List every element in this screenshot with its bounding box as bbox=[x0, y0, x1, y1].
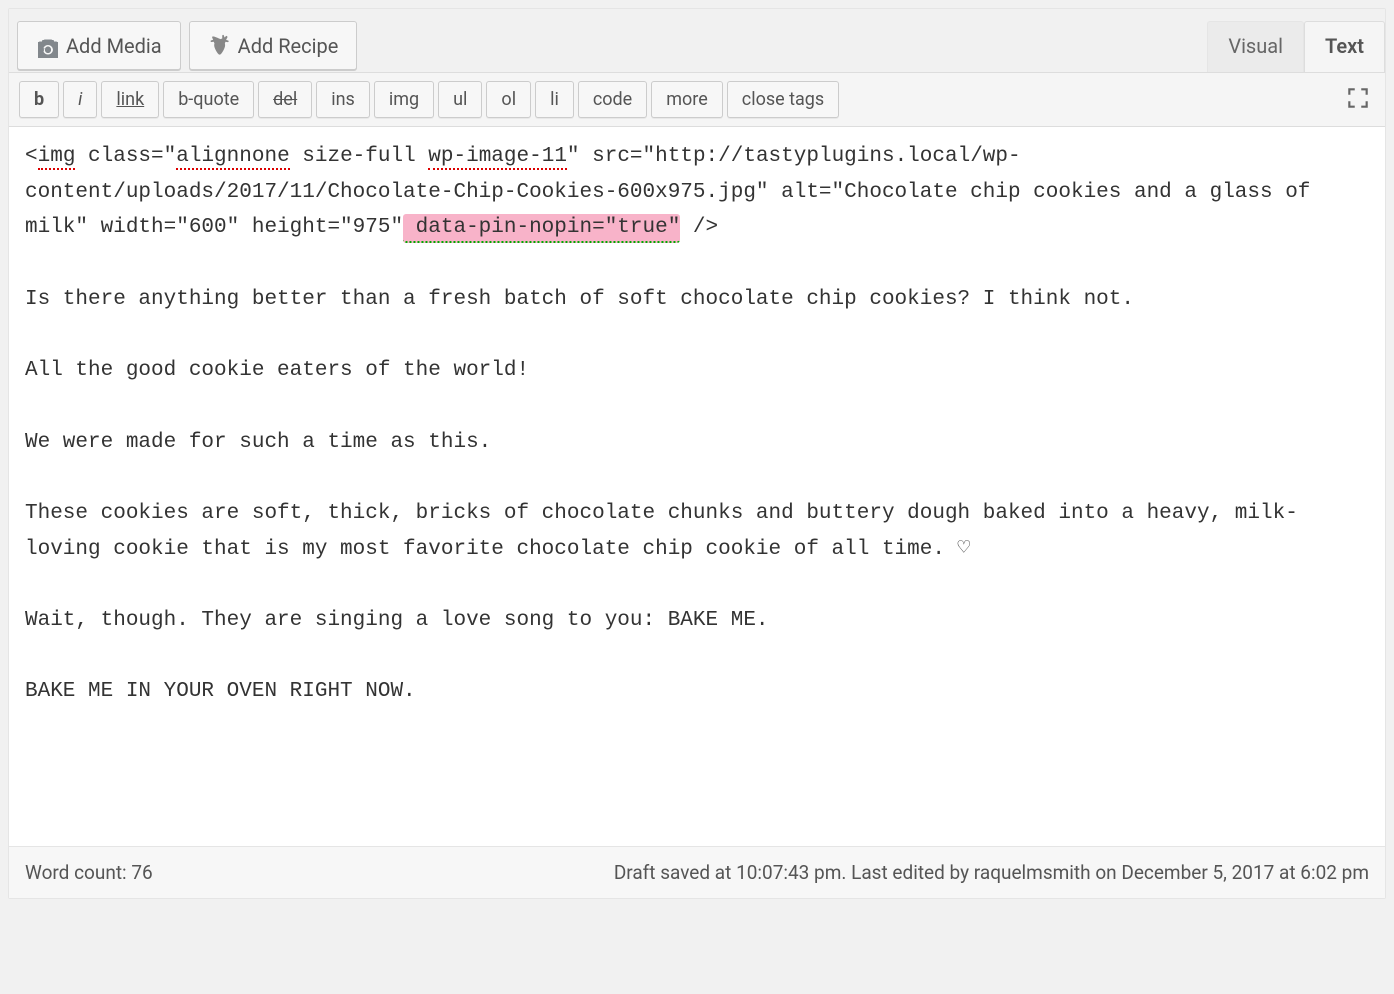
editor-content-area[interactable]: <img class="alignnone size-full wp-image… bbox=[9, 126, 1385, 846]
content-text: /> bbox=[680, 216, 718, 239]
status-bar: Word count: 76 Draft saved at 10:07:43 p… bbox=[9, 846, 1385, 898]
content-text: class=" bbox=[75, 145, 176, 168]
visual-tab-label: Visual bbox=[1228, 34, 1283, 58]
qt-img-button[interactable]: img bbox=[374, 81, 434, 118]
qt-li-button[interactable]: li bbox=[535, 81, 574, 118]
fullscreen-button[interactable] bbox=[1341, 81, 1375, 118]
word-count: Word count: 76 bbox=[25, 861, 153, 884]
quicktags-buttons-group: b i link b-quote del ins img ul ol li co… bbox=[19, 81, 839, 118]
add-recipe-button[interactable]: Add Recipe bbox=[189, 21, 358, 70]
qt-bold-button[interactable]: b bbox=[19, 81, 59, 118]
text-tab[interactable]: Text bbox=[1304, 21, 1385, 72]
fullscreen-icon bbox=[1345, 99, 1371, 114]
content-text: < bbox=[25, 145, 38, 168]
add-recipe-label: Add Recipe bbox=[238, 34, 339, 58]
content-text: size-full bbox=[290, 145, 429, 168]
content-text: wp-image-11 bbox=[428, 145, 567, 170]
qt-ins-button[interactable]: ins bbox=[316, 81, 370, 118]
content-paragraph: All the good cookie eaters of the world! bbox=[25, 359, 529, 382]
qt-link-button[interactable]: link bbox=[101, 81, 159, 118]
media-buttons-group: Add Media Add Recipe bbox=[9, 21, 357, 70]
qt-ol-button[interactable]: ol bbox=[486, 81, 531, 118]
quicktags-toolbar: b i link b-quote del ins img ul ol li co… bbox=[9, 72, 1385, 126]
carrot-icon bbox=[208, 32, 230, 59]
qt-italic-button[interactable]: i bbox=[63, 81, 97, 118]
editor-tab-switcher: Visual Text bbox=[1207, 21, 1385, 72]
content-paragraph: We were made for such a time as this. bbox=[25, 431, 491, 454]
add-media-label: Add Media bbox=[66, 34, 162, 58]
content-highlight: data-pin-nopin="true" bbox=[403, 214, 680, 243]
qt-del-button[interactable]: del bbox=[258, 81, 312, 118]
content-paragraph: Is there anything better than a fresh ba… bbox=[25, 288, 1134, 311]
content-paragraph: These cookies are soft, thick, bricks of… bbox=[25, 502, 1298, 561]
content-text: alignnone bbox=[176, 145, 289, 170]
content-paragraph: Wait, though. They are singing a love so… bbox=[25, 609, 769, 632]
qt-code-button[interactable]: code bbox=[578, 81, 647, 118]
qt-blockquote-button[interactable]: b-quote bbox=[163, 81, 254, 118]
qt-ul-button[interactable]: ul bbox=[438, 81, 482, 118]
text-tab-label: Text bbox=[1325, 34, 1364, 58]
qt-more-button[interactable]: more bbox=[651, 81, 723, 118]
visual-tab[interactable]: Visual bbox=[1207, 21, 1304, 72]
content-text: img bbox=[38, 145, 76, 170]
content-paragraph: BAKE ME IN YOUR OVEN RIGHT NOW. bbox=[25, 680, 416, 703]
editor-top-toolbar: Add Media Add Recipe Visual Text bbox=[9, 9, 1385, 72]
editor-container: Add Media Add Recipe Visual Text b i lin… bbox=[8, 8, 1386, 899]
save-status: Draft saved at 10:07:43 pm. Last edited … bbox=[614, 861, 1369, 884]
camera-icon bbox=[36, 38, 58, 54]
add-media-button[interactable]: Add Media bbox=[17, 21, 181, 70]
qt-closetags-button[interactable]: close tags bbox=[727, 81, 839, 118]
